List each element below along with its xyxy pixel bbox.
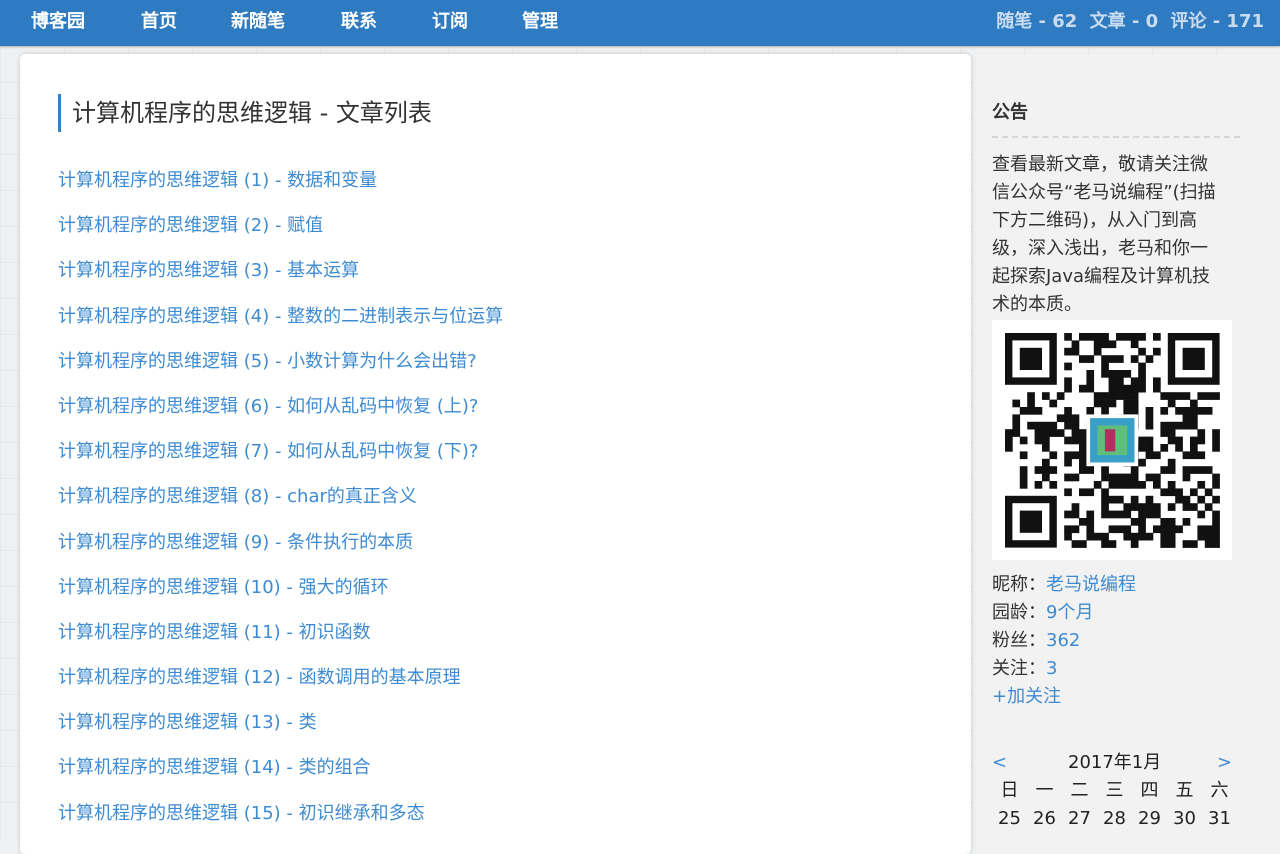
calendar-week-row: 25 26 27 28 29 30 31 [992,805,1242,833]
nav-contact-link[interactable]: 联系 [341,0,377,46]
fans-label: 粉丝： [992,630,1046,651]
post-link[interactable]: 计算机程序的思维逻辑 (11) - 初识函数 [58,622,371,643]
calendar-day[interactable]: 31 [1202,805,1237,833]
list-item: 计算机程序的思维逻辑 (10) - 强大的循环 [58,573,503,618]
profile-nickname-row: 昵称：老马说编程 [992,571,1136,599]
calendar-weekday: 六 [1210,780,1229,801]
calendar-title: 2017年1月 [1068,752,1162,773]
nickname-link[interactable]: 老马说编程 [1046,574,1136,595]
follow-link[interactable]: 3 [1046,658,1057,679]
notice-line: 级，深入浅出，老马和你一 [992,238,1208,259]
post-link[interactable]: 计算机程序的思维逻辑 (4) - 整数的二进制表示与位运算 [58,306,503,327]
post-count: 随笔 - 62 [996,11,1078,32]
follow-label: 关注： [992,658,1046,679]
post-link[interactable]: 计算机程序的思维逻辑 (10) - 强大的循环 [58,577,389,598]
list-item: 计算机程序的思维逻辑 (1) - 数据和变量 [58,166,503,211]
add-follow-row: +加关注 [992,683,1136,711]
nav-new-post-link[interactable]: 新随笔 [231,0,285,46]
profile-follow-row: 关注：3 [992,655,1136,683]
notice-text: 查看最新文章，敬请关注微 信公众号“老马说编程”(扫描 下方二维码)，从入门到高 级，… [992,151,1232,319]
list-item: 计算机程序的思维逻辑 (9) - 条件执行的本质 [58,528,503,573]
qr-code-image [992,320,1232,560]
notice-line: 起探索Java编程及计算机技 [992,266,1211,287]
post-link[interactable]: 计算机程序的思维逻辑 (9) - 条件执行的本质 [58,532,413,553]
list-item: 计算机程序的思维逻辑 (11) - 初识函数 [58,618,503,663]
list-item: 计算机程序的思维逻辑 (6) - 如何从乱码中恢复 (上)? [58,392,503,437]
profile-fans-row: 粉丝：362 [992,627,1136,655]
calendar-weekday: 四 [1140,780,1159,801]
calendar-prev-button[interactable]: < [992,749,1007,777]
notice-line: 下方二维码)，从入门到高 [992,210,1198,231]
post-link[interactable]: 计算机程序的思维逻辑 (12) - 函数调用的基本原理 [58,667,461,688]
list-item: 计算机程序的思维逻辑 (14) - 类的组合 [58,753,503,798]
page-title: 计算机程序的思维逻辑 - 文章列表 [58,94,432,132]
age-link[interactable]: 9个月 [1046,602,1093,623]
nickname-label: 昵称： [992,574,1046,595]
calendar: < 2017年1月 > 日一二三四五六 25 26 27 28 29 30 31 [992,749,1242,833]
notice-line: 信公众号“老马说编程”(扫描 [992,182,1216,203]
post-link[interactable]: 计算机程序的思维逻辑 (15) - 初识继承和多态 [58,803,425,824]
calendar-header: < 2017年1月 > [992,749,1242,777]
add-follow-button[interactable]: +加关注 [992,686,1061,707]
calendar-weekday: 日 [1000,780,1019,801]
nav-subscribe-link[interactable]: 订阅 [432,0,468,46]
post-link[interactable]: 计算机程序的思维逻辑 (3) - 基本运算 [58,260,359,281]
calendar-next-button[interactable]: > [1217,749,1232,777]
sidebar: 公告 查看最新文章，敬请关注微 信公众号“老马说编程”(扫描 下方二维码)，从入门到… [976,54,1280,854]
calendar-weekdays: 日一二三四五六 [992,777,1242,805]
calendar-weekday: 五 [1175,780,1194,801]
post-link[interactable]: 计算机程序的思维逻辑 (1) - 数据和变量 [58,170,377,191]
calendar-day[interactable]: 27 [1062,805,1097,833]
calendar-weekday: 一 [1035,780,1054,801]
comment-count: 评论 - 171 [1170,11,1264,32]
calendar-day[interactable]: 28 [1097,805,1132,833]
calendar-weekday: 二 [1070,780,1089,801]
notice-line: 查看最新文章，敬请关注微 [992,154,1208,175]
post-link[interactable]: 计算机程序的思维逻辑 (7) - 如何从乱码中恢复 (下)? [58,441,478,462]
list-item: 计算机程序的思维逻辑 (7) - 如何从乱码中恢复 (下)? [58,437,503,482]
notice-title: 公告 [992,102,1028,123]
list-item: 计算机程序的思维逻辑 (2) - 赋值 [58,211,503,256]
post-link[interactable]: 计算机程序的思维逻辑 (2) - 赋值 [58,215,323,236]
fans-link[interactable]: 362 [1046,630,1080,651]
notice-line: 术的本质。 [992,294,1082,315]
article-count: 文章 - 0 [1089,11,1159,32]
notice-divider [992,136,1240,138]
top-nav: 博客园 首页 新随笔 联系 订阅 管理 随笔 - 62 文章 - 0 评论 - … [0,0,1280,46]
list-item: 计算机程序的思维逻辑 (15) - 初识继承和多态 [58,799,503,844]
post-link[interactable]: 计算机程序的思维逻辑 (5) - 小数计算为什么会出错? [58,351,477,372]
list-item: 计算机程序的思维逻辑 (4) - 整数的二进制表示与位运算 [58,302,503,347]
list-item: 计算机程序的思维逻辑 (5) - 小数计算为什么会出错? [58,347,503,392]
nav-brand-link[interactable]: 博客园 [31,0,85,46]
list-item: 计算机程序的思维逻辑 (13) - 类 [58,708,503,753]
post-link[interactable]: 计算机程序的思维逻辑 (6) - 如何从乱码中恢复 (上)? [58,396,478,417]
profile-info: 昵称：老马说编程 园龄：9个月 粉丝：362 关注：3 +加关注 [992,571,1136,711]
calendar-weekday: 三 [1105,780,1124,801]
age-label: 园龄： [992,602,1046,623]
list-item: 计算机程序的思维逻辑 (3) - 基本运算 [58,256,503,301]
post-link[interactable]: 计算机程序的思维逻辑 (8) - char的真正含义 [58,486,417,507]
post-link[interactable]: 计算机程序的思维逻辑 (13) - 类 [58,712,317,733]
list-item: 计算机程序的思维逻辑 (8) - char的真正含义 [58,482,503,527]
list-item: 计算机程序的思维逻辑 (12) - 函数调用的基本原理 [58,663,503,708]
calendar-day[interactable]: 29 [1132,805,1167,833]
profile-age-row: 园龄：9个月 [992,599,1136,627]
calendar-day[interactable]: 30 [1167,805,1202,833]
calendar-day[interactable]: 26 [1027,805,1062,833]
calendar-day[interactable]: 25 [992,805,1027,833]
main-content: 计算机程序的思维逻辑 - 文章列表 计算机程序的思维逻辑 (1) - 数据和变量… [20,54,971,854]
post-list: 计算机程序的思维逻辑 (1) - 数据和变量 计算机程序的思维逻辑 (2) - 赋… [58,166,503,844]
blog-stats: 随笔 - 62 文章 - 0 评论 - 171 [990,0,1264,46]
nav-manage-link[interactable]: 管理 [522,0,558,46]
post-link[interactable]: 计算机程序的思维逻辑 (14) - 类的组合 [58,757,371,778]
nav-home-link[interactable]: 首页 [141,0,177,46]
